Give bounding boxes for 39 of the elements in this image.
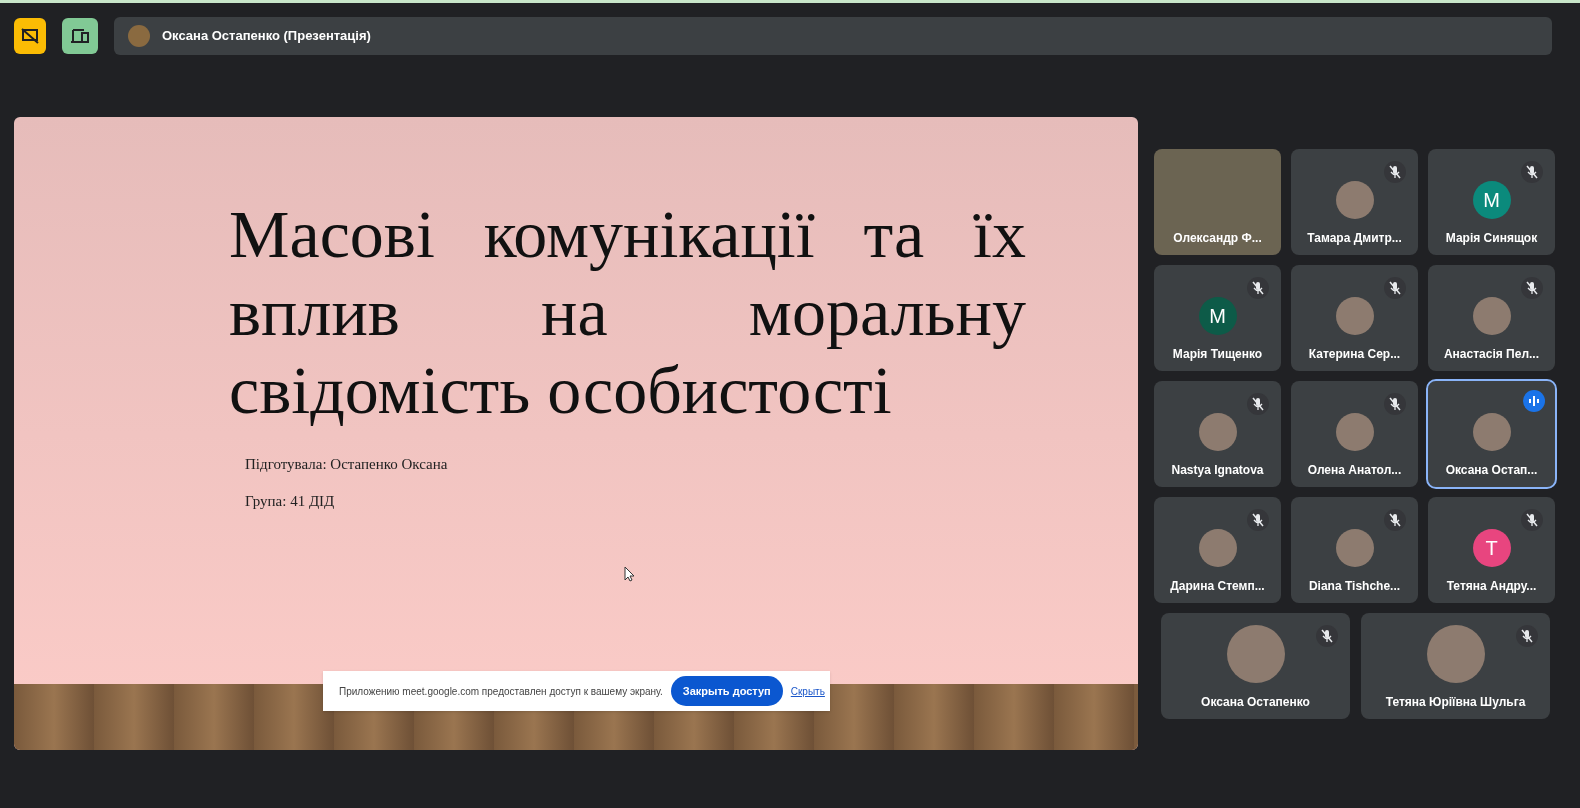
avatar-photo [1335, 181, 1374, 219]
participant-name: Анастасія Пел... [1443, 346, 1540, 363]
participant-name: Марія Синящок [1445, 230, 1538, 247]
stop-sharing-button[interactable]: Закрыть доступ [670, 676, 783, 706]
share-message: Приложению meet.google.com предоставлен доступ к вашему экрану. [339, 684, 663, 699]
devices-button[interactable] [62, 18, 98, 54]
participant-name: Олександр Ф... [1173, 230, 1262, 247]
avatar-photo [1472, 297, 1511, 335]
participant-name: Дарина Стемп... [1170, 578, 1265, 595]
participant-name: Катерина Сер... [1308, 346, 1401, 363]
participant-name: Оксана Остапенко [1201, 694, 1310, 711]
participant-name: Тетяна Юріївна Шульга [1385, 694, 1526, 711]
participant-name: Марія Тищенко [1172, 346, 1263, 363]
presenter-name: Оксана Остапенко (Презентація) [162, 27, 371, 46]
avatar-photo [1198, 529, 1237, 567]
presenter-avatar [128, 25, 150, 47]
avatar-initial: T [1472, 529, 1511, 567]
avatar-photo [1198, 413, 1237, 451]
participant-name: Оксана Остап... [1445, 462, 1538, 479]
devices-icon [70, 28, 90, 44]
mouse-cursor-icon [624, 566, 635, 582]
avatar-photo [1335, 297, 1374, 335]
participant-name: Тамара Дмитр... [1307, 230, 1402, 247]
avatar-photo [1335, 413, 1374, 451]
hide-link[interactable]: Скрыть [790, 683, 825, 699]
slide-title: Масові комунікації та їх вплив на моральну свідомість особистості [229, 195, 1026, 429]
participant-name: Тетяна Андру... [1446, 578, 1537, 595]
avatar-initial: M [1472, 181, 1511, 219]
camera-off-button[interactable] [14, 18, 46, 54]
participant-name: Олена Анатол... [1307, 462, 1402, 479]
speaking-icon [1529, 396, 1539, 406]
slide-text: Підготувала: Остапенко Оксана [245, 455, 449, 474]
slide-text: Група: 41 ДІД [245, 491, 336, 511]
avatar-photo [1335, 529, 1374, 567]
screen-off-icon [21, 28, 39, 44]
participant-name: Diana Tishche... [1308, 578, 1401, 595]
avatar-photo [1472, 413, 1511, 451]
participant-name: Nastya Ignatova [1171, 462, 1264, 479]
avatar-initial: M [1198, 297, 1237, 335]
